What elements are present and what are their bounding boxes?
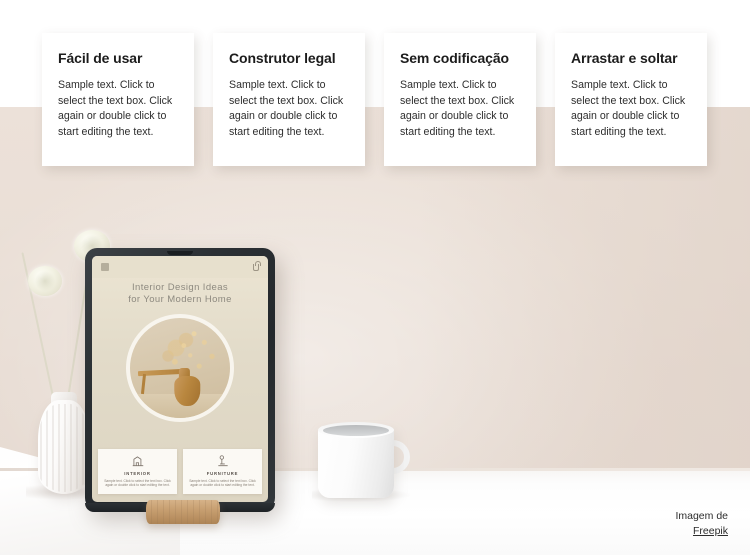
mug-interior bbox=[323, 425, 389, 436]
feature-card-title: Arrastar e soltar bbox=[571, 50, 678, 66]
furniture-lamp-icon bbox=[187, 454, 258, 468]
feature-card[interactable]: Fácil de usar Sample text. Click to sele… bbox=[42, 33, 194, 166]
feature-card[interactable]: Arrastar e soltar Sample text. Click to … bbox=[555, 33, 707, 166]
hero-dried-flowers bbox=[162, 324, 227, 378]
image-credit-prefix: Imagem de bbox=[675, 510, 728, 522]
hero-table-leg bbox=[140, 373, 147, 395]
bloom-texture bbox=[32, 270, 58, 292]
interior-room-icon bbox=[102, 454, 173, 468]
feature-card-title: Fácil de usar bbox=[58, 50, 143, 66]
coffee-mug bbox=[312, 420, 412, 502]
tablet-device: Interior Design Ideas for Your Modern Ho… bbox=[85, 248, 275, 510]
freepik-link[interactable]: Freepik bbox=[693, 525, 728, 537]
tablet-feature-cards: INTERIOR Sample text. Click to select th… bbox=[98, 448, 262, 494]
feature-card-body: Sample text. Click to select the text bo… bbox=[571, 79, 686, 138]
shopping-bag-icon[interactable] bbox=[253, 260, 261, 271]
vase-flute-texture bbox=[38, 404, 90, 492]
tablet-card-body: Sample text. Click to select the text bo… bbox=[189, 478, 256, 488]
feature-card[interactable]: Sem codificação Sample text. Click to se… bbox=[384, 33, 536, 166]
tablet-card-body: Sample text. Click to select the text bo… bbox=[104, 478, 171, 488]
tablet-card-title: INTERIOR bbox=[124, 470, 151, 476]
feature-card-list: Fácil de usar Sample text. Click to sele… bbox=[0, 0, 750, 200]
feature-card[interactable]: Construtor legal Sample text. Click to s… bbox=[213, 33, 365, 166]
tablet-site-topbar bbox=[92, 256, 268, 278]
tablet-card-title: FURNITURE bbox=[206, 470, 239, 476]
tablet-card-interior[interactable]: INTERIOR Sample text. Click to select th… bbox=[98, 448, 177, 494]
hamburger-menu-icon[interactable] bbox=[101, 263, 109, 271]
hero-terracotta-vase bbox=[174, 376, 201, 406]
tablet-headline: Interior Design Ideas for Your Modern Ho… bbox=[92, 282, 268, 306]
page-root: Interior Design Ideas for Your Modern Ho… bbox=[0, 0, 750, 555]
feature-card-body: Sample text. Click to select the text bo… bbox=[400, 79, 515, 138]
tablet-hero-circle-image bbox=[126, 314, 234, 422]
tablet-camera-notch bbox=[167, 251, 193, 255]
tablet-headline-line1: Interior Design Ideas bbox=[131, 282, 229, 293]
image-credit: Imagem de Freepik bbox=[675, 509, 728, 539]
feature-card-body: Sample text. Click to select the text bo… bbox=[58, 79, 173, 138]
feature-card-title: Construtor legal bbox=[229, 50, 336, 66]
feature-card-body: Sample text. Click to select the text bo… bbox=[229, 79, 344, 138]
tablet-card-furniture[interactable]: FURNITURE Sample text. Click to select t… bbox=[183, 448, 262, 494]
tablet-headline-line2: for Your Modern Home bbox=[128, 294, 232, 305]
wood-grain-texture bbox=[146, 500, 220, 524]
wooden-tablet-stand bbox=[146, 500, 220, 524]
tablet-screen: Interior Design Ideas for Your Modern Ho… bbox=[92, 256, 268, 502]
feature-card-title: Sem codificação bbox=[400, 50, 509, 66]
